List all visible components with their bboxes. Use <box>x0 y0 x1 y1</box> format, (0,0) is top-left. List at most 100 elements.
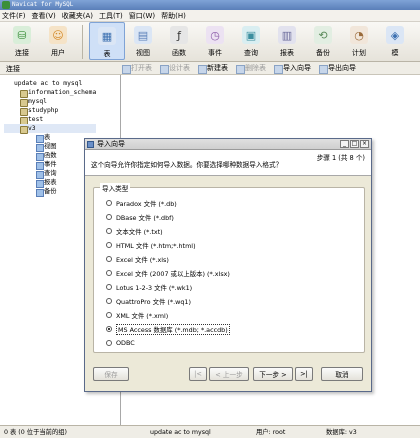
connection-tree: update ac to mysql information_schema my… <box>4 79 97 197</box>
open-table-button[interactable]: 打开表 <box>122 63 152 74</box>
toolbar-view-button[interactable]: ▤ 视图 <box>125 22 161 60</box>
save-button[interactable]: 保存 <box>93 367 129 381</box>
menu-bar: 文件(F) 查看(V) 收藏夹(A) 工具(T) 窗口(W) 帮助(H) <box>0 10 420 22</box>
object-toolbar: 连接 打开表 设计表 新建表 删除表 导入向导 导出向导 <box>0 62 420 75</box>
radio-button[interactable] <box>106 284 112 290</box>
radio-button-selected[interactable] <box>106 326 112 332</box>
toolbar-report-button[interactable]: ▥ 报表 <box>269 22 305 60</box>
import-option-text[interactable]: 文本文件 (*.txt) <box>106 226 163 236</box>
status-connection: update ac to mysql <box>150 429 211 436</box>
toolbar-user-button[interactable]: ☺ 用户 <box>40 22 76 60</box>
radio-button[interactable] <box>106 228 112 234</box>
menu-tools[interactable]: 工具(T) <box>99 11 123 21</box>
status-user: 用户: root <box>256 429 286 436</box>
status-bar: 0 表 (0 位于当前的组) update ac to mysql 用户: ro… <box>0 425 420 438</box>
user-icon: ☺ <box>49 26 67 44</box>
back-button[interactable]: < 上一步 <box>209 367 249 381</box>
close-button[interactable]: × <box>360 140 369 148</box>
import-option-html[interactable]: HTML 文件 (*.htm;*.html) <box>106 240 196 250</box>
dialog-title: 导入向导 <box>97 140 125 148</box>
tree-connection-root[interactable]: update ac to mysql <box>4 79 96 88</box>
menu-favorites[interactable]: 收藏夹(A) <box>62 11 93 21</box>
import-type-group-title: 导入类型 <box>100 183 131 193</box>
wizard-step-indicator: 步骤 1 (共 8 个) <box>316 154 365 162</box>
wizard-description: 这个向导允许你指定如何导入数据。你要选择哪种数据导入格式？ <box>91 161 283 169</box>
design-table-button[interactable]: 设计表 <box>160 63 190 74</box>
toolbar-query-button[interactable]: ▣ 查询 <box>233 22 269 60</box>
dialog-header: 这个向导允许你指定如何导入数据。你要选择哪种数据导入格式？ 步骤 1 (共 8 … <box>85 150 371 176</box>
menu-view[interactable]: 查看(V) <box>32 11 56 21</box>
import-wizard-button[interactable]: 导入向导 <box>274 63 311 74</box>
tree-db-test[interactable]: test <box>4 115 96 125</box>
toolbar-event-button[interactable]: ◷ 事件 <box>197 22 233 60</box>
tree-item-functions[interactable]: 函数 <box>4 151 96 161</box>
tree-db-information-schema[interactable]: information_schema <box>4 88 96 98</box>
radio-button[interactable] <box>106 200 112 206</box>
import-option-excel-xlsx[interactable]: Excel 文件 (2007 或以上版本) (*.xlsx) <box>106 268 230 278</box>
table-icon: ▦ <box>98 27 116 45</box>
view-icon: ▤ <box>134 26 152 44</box>
toolbar-separator <box>82 25 83 59</box>
event-icon: ◷ <box>206 26 224 44</box>
window-title: Navicat for MySQL <box>12 1 74 8</box>
import-option-paradox[interactable]: Paradox 文件 (*.db) <box>106 198 177 208</box>
backup-icon: ⟲ <box>314 26 332 44</box>
delete-table-button[interactable]: 删除表 <box>236 63 266 74</box>
minimize-button[interactable]: _ <box>340 140 349 148</box>
next-button[interactable]: 下一步 > <box>253 367 293 381</box>
radio-button[interactable] <box>106 312 112 318</box>
menu-window[interactable]: 窗口(W) <box>129 11 155 21</box>
tree-db-v3[interactable]: v3 <box>4 124 97 134</box>
main-toolbar: ⛁ 连接 ☺ 用户 ▦ 表 ▤ 视图 ƒ 函数 ◷ 事件 ▣ 查询 ▥ 报表 ⟲ 备份 ◔ 计划 ◈… <box>0 22 420 62</box>
title-bar: Navicat for MySQL <box>0 0 420 10</box>
menu-file[interactable]: 文件(F) <box>2 11 26 21</box>
new-table-button[interactable]: 新建表 <box>198 63 228 74</box>
tree-item-queries[interactable]: 查询 <box>4 169 96 179</box>
import-wizard-icon <box>87 141 94 148</box>
radio-button[interactable] <box>106 340 112 346</box>
export-wizard-button[interactable]: 导出向导 <box>319 63 356 74</box>
radio-button[interactable] <box>106 242 112 248</box>
radio-button[interactable] <box>106 214 112 220</box>
status-table-count: 0 表 (0 位于当前的组) <box>4 429 68 436</box>
tree-item-tables[interactable]: 表 <box>4 133 96 143</box>
model-icon: ◈ <box>386 26 404 44</box>
toolbar-model-button[interactable]: ◈ 模 <box>377 22 413 60</box>
import-option-odbc[interactable]: ODBC <box>106 338 135 348</box>
import-option-lotus[interactable]: Lotus 1-2-3 文件 (*.wk1) <box>106 282 192 292</box>
function-icon: ƒ <box>170 26 188 44</box>
status-database: 数据库: v3 <box>326 429 357 436</box>
cancel-button[interactable]: 取消 <box>321 367 363 381</box>
radio-button[interactable] <box>106 270 112 276</box>
radio-button[interactable] <box>106 256 112 262</box>
radio-button[interactable] <box>106 298 112 304</box>
tree-item-backups[interactable]: 备份 <box>4 187 96 197</box>
import-option-ms-access[interactable]: MS Access 数据库 (*.mdb; *.accdb) <box>106 323 230 335</box>
tree-db-studyphp[interactable]: studyphp <box>4 106 96 116</box>
dialog-title-bar: 导入向导 _ □ × <box>85 139 371 150</box>
import-wizard-dialog: 导入向导 _ □ × 这个向导允许你指定如何导入数据。你要选择哪种数据导入格式？… <box>84 138 372 392</box>
toolbar-function-button[interactable]: ƒ 函数 <box>161 22 197 60</box>
dialog-button-bar: 保存 |< < 上一步 下一步 > >| 取消 <box>85 367 373 387</box>
query-icon: ▣ <box>242 26 260 44</box>
toolbar-connect-button[interactable]: ⛁ 连接 <box>4 22 40 60</box>
import-option-xml[interactable]: XML 文件 (*.xml) <box>106 310 168 320</box>
import-option-excel-xls[interactable]: Excel 文件 (*.xls) <box>106 254 169 264</box>
toolbar-backup-button[interactable]: ⟲ 备份 <box>305 22 341 60</box>
tree-item-events[interactable]: 事件 <box>4 160 96 170</box>
menu-help[interactable]: 帮助(H) <box>161 11 186 21</box>
toolbar-schedule-button[interactable]: ◔ 计划 <box>341 22 377 60</box>
tree-item-views[interactable]: 视图 <box>4 142 96 152</box>
connect-icon: ⛁ <box>13 26 31 44</box>
report-icon: ▥ <box>278 26 296 44</box>
last-step-button[interactable]: >| <box>295 367 313 381</box>
connection-pane-label: 连接 <box>6 65 20 73</box>
first-step-button[interactable]: |< <box>189 367 207 381</box>
app-logo-icon <box>2 1 10 9</box>
import-option-quattropro[interactable]: QuattroPro 文件 (*.wq1) <box>106 296 191 306</box>
toolbar-table-button[interactable]: ▦ 表 <box>89 22 125 60</box>
tree-db-mysql[interactable]: mysql <box>4 97 96 107</box>
tree-item-reports[interactable]: 报表 <box>4 178 96 188</box>
maximize-button[interactable]: □ <box>350 140 359 148</box>
import-option-dbase[interactable]: DBase 文件 (*.dbf) <box>106 212 174 222</box>
